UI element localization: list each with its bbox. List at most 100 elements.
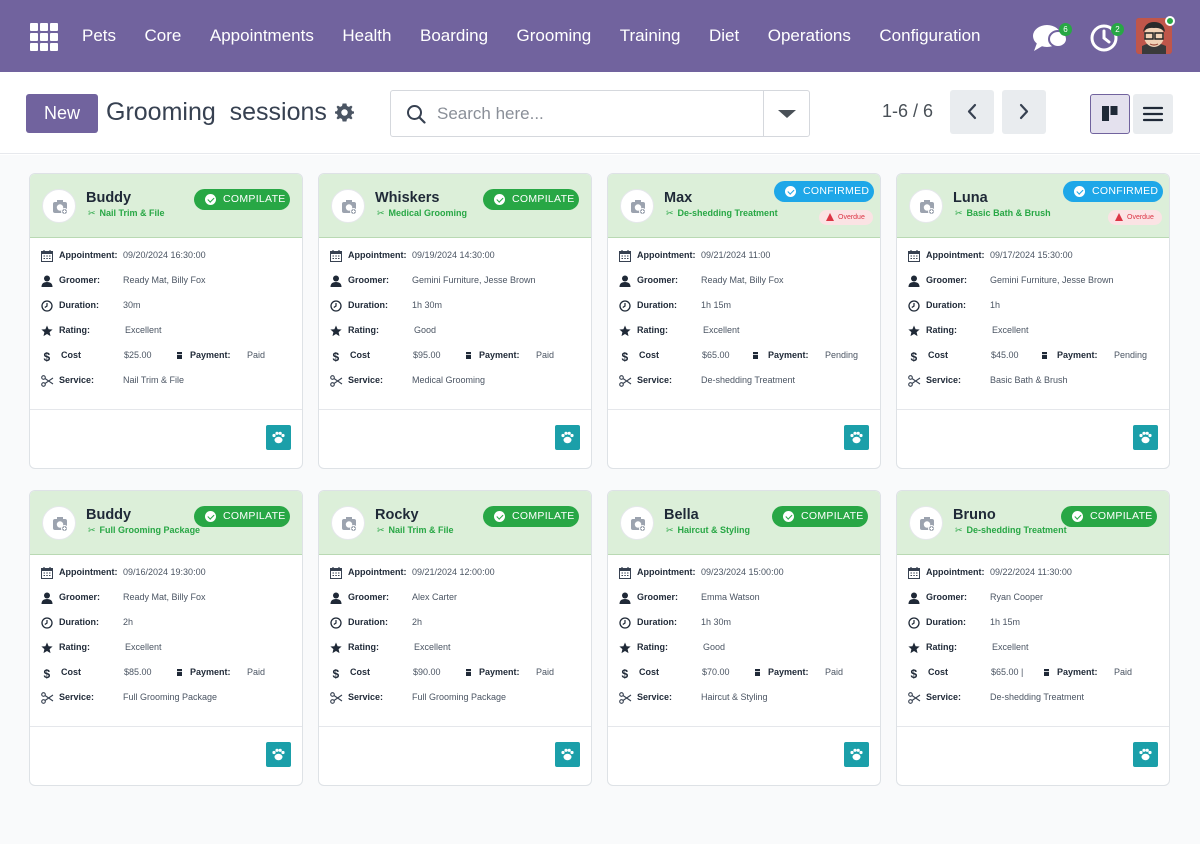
- cost-row: $ Cost $65.00 | Payment: Paid: [897, 665, 1169, 681]
- check-circle-icon: [494, 194, 505, 205]
- status-badge[interactable]: COMPILATE: [194, 189, 290, 210]
- pet-photo-placeholder[interactable]: [42, 506, 76, 540]
- svg-text:$: $: [911, 350, 918, 362]
- pet-photo-placeholder[interactable]: [331, 189, 365, 223]
- grooming-card[interactable]: Luna ✂ Basic Bath & Brush CONFIRMED Overdue A…: [896, 173, 1170, 469]
- paw-button[interactable]: [266, 425, 291, 450]
- status-badge[interactable]: COMPILATE: [483, 189, 579, 210]
- paw-button[interactable]: [844, 742, 869, 767]
- paw-button[interactable]: [555, 425, 580, 450]
- check-circle-icon: [205, 194, 216, 205]
- dollar-icon: $: [41, 350, 53, 364]
- menu-item-operations[interactable]: Operations: [768, 26, 851, 46]
- field-label: Appointment:: [926, 250, 985, 260]
- grooming-card[interactable]: Bruno ✂ De-shedding Treatment COMPILATE Appo…: [896, 490, 1170, 786]
- grooming-card[interactable]: Buddy ✂ Nail Trim & File COMPILATE Appointme…: [29, 173, 303, 469]
- menu-item-health[interactable]: Health: [342, 26, 391, 46]
- search-options-toggle[interactable]: [763, 91, 809, 136]
- service-tag: ✂ Medical Grooming: [377, 208, 468, 218]
- duration-row: Duration: 1h 30m: [608, 615, 880, 631]
- menu-item-grooming[interactable]: Grooming: [517, 26, 592, 46]
- scissors-icon: ✂: [955, 208, 963, 218]
- field-label: Rating:: [348, 325, 379, 335]
- field-label: Duration:: [637, 300, 677, 310]
- kanban-view-button[interactable]: [1090, 94, 1130, 134]
- pager-value[interactable]: 1-6 / 6: [882, 101, 933, 122]
- field-label: Rating:: [637, 325, 668, 335]
- pet-photo-placeholder[interactable]: [620, 506, 654, 540]
- star-icon: [330, 642, 342, 654]
- field-label: Duration:: [348, 300, 388, 310]
- menu-item-appointments[interactable]: Appointments: [210, 26, 314, 46]
- calendar-icon: [619, 567, 631, 579]
- menu-item-pets[interactable]: Pets: [82, 26, 116, 46]
- field-value: 09/16/2024 19:30:00: [123, 567, 206, 577]
- pet-photo-placeholder[interactable]: [331, 506, 365, 540]
- grooming-card[interactable]: Whiskers ✂ Medical Grooming COMPILATE Appoin…: [318, 173, 592, 469]
- status-badge[interactable]: COMPILATE: [194, 506, 290, 527]
- field-value: Excellent: [125, 325, 162, 335]
- paw-button[interactable]: [844, 425, 869, 450]
- paw-button[interactable]: [266, 742, 291, 767]
- status-badge[interactable]: COMPILATE: [1061, 506, 1157, 527]
- menu-item-diet[interactable]: Diet: [709, 26, 739, 46]
- search-input[interactable]: [437, 91, 757, 136]
- cost-row: $ Cost $25.00 Payment: Paid: [30, 348, 302, 364]
- svg-text:$: $: [333, 667, 340, 679]
- calendar-icon: [619, 250, 631, 262]
- field-value: Ready Mat, Billy Fox: [123, 275, 206, 285]
- grooming-card[interactable]: Max ✂ De-shedding Treatment CONFIRMED Overdu…: [607, 173, 881, 469]
- pet-photo-placeholder[interactable]: [909, 189, 943, 223]
- menu-item-training[interactable]: Training: [620, 26, 681, 46]
- check-circle-icon: [1074, 186, 1085, 197]
- service-tag: ✂ Nail Trim & File: [377, 525, 454, 535]
- list-view-button[interactable]: [1133, 94, 1173, 134]
- field-value: De-shedding Treatment: [990, 692, 1085, 702]
- payment-icon: [464, 667, 476, 679]
- rating-row: Rating: Excellent: [608, 323, 880, 339]
- field-label: Appointment:: [637, 567, 696, 577]
- app-menu-icon[interactable]: [30, 23, 58, 51]
- paw-button[interactable]: [555, 742, 580, 767]
- appointment-row: Appointment: 09/20/2024 16:30:00: [30, 248, 302, 264]
- field-label: Groomer:: [348, 275, 390, 285]
- star-icon: [41, 325, 53, 337]
- duration-row: Duration: 1h: [897, 298, 1169, 314]
- grooming-card[interactable]: Rocky ✂ Nail Trim & File COMPILATE Appointme…: [318, 490, 592, 786]
- paw-icon: [266, 748, 291, 771]
- field-value: 09/22/2024 11:30:00: [990, 567, 1072, 577]
- status-badge[interactable]: CONFIRMED: [1063, 181, 1163, 202]
- field-value: Basic Bath & Brush: [990, 375, 1068, 385]
- pet-photo-placeholder[interactable]: [42, 189, 76, 223]
- new-button[interactable]: New: [26, 94, 98, 133]
- field-value: 2h: [412, 617, 423, 627]
- grooming-card[interactable]: Buddy ✂ Full Grooming Package COMPILATE Appo…: [29, 490, 303, 786]
- scissors-icon: ✂: [88, 525, 96, 535]
- field-label: Rating:: [926, 325, 957, 335]
- svg-text:$: $: [622, 350, 629, 362]
- field-label: Service:: [926, 375, 962, 385]
- pet-photo-placeholder[interactable]: [909, 506, 943, 540]
- dollar-icon: $: [41, 667, 53, 681]
- pager-next-button[interactable]: [1002, 90, 1046, 134]
- user-icon: [908, 592, 920, 604]
- menu-item-boarding[interactable]: Boarding: [420, 26, 488, 46]
- user-icon: [330, 592, 342, 604]
- card-header: Max ✂ De-shedding Treatment CONFIRMED Overdu…: [608, 174, 880, 238]
- groomer-row: Groomer: Ready Mat, Billy Fox: [608, 273, 880, 289]
- pager-previous-button[interactable]: [950, 90, 994, 134]
- paw-button[interactable]: [1133, 425, 1158, 450]
- menu-item-configuration[interactable]: Configuration: [879, 26, 980, 46]
- menu-item-core[interactable]: Core: [145, 26, 182, 46]
- field-label: Payment:: [190, 350, 231, 360]
- status-badge[interactable]: CONFIRMED: [774, 181, 874, 202]
- paw-button[interactable]: [1133, 742, 1158, 767]
- pet-photo-placeholder[interactable]: [620, 189, 654, 223]
- gear-icon[interactable]: [335, 103, 354, 127]
- grooming-card[interactable]: Bella ✂ Haircut & Styling COMPILATE Appointm…: [607, 490, 881, 786]
- status-badge[interactable]: COMPILATE: [483, 506, 579, 527]
- status-badge[interactable]: COMPILATE: [772, 506, 868, 527]
- camera-icon: [332, 200, 366, 228]
- field-label: Payment:: [190, 667, 231, 677]
- rating-row: Rating: Excellent: [897, 323, 1169, 339]
